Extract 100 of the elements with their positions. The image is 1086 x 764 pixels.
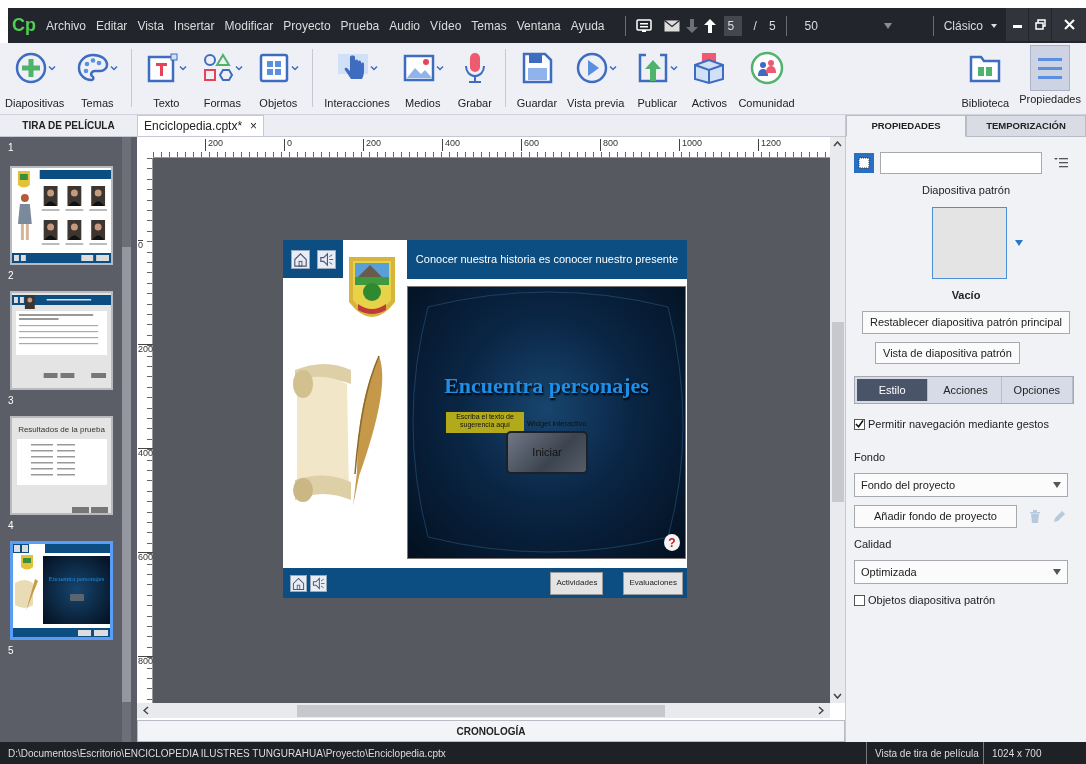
file-path: D:\Documentos\Escritorio\ENCICLOPEDIA ILUSTRES TUNGURAHUA\Proyecto\Enciclopedia.cptx: [8, 746, 447, 761]
panel-tab[interactable]: Opciones: [1001, 377, 1073, 403]
chevron-right-icon[interactable]: [818, 706, 824, 715]
mail-icon[interactable]: [663, 19, 680, 32]
slide-number: 5: [8, 644, 15, 657]
help-button[interactable]: ?: [664, 534, 680, 551]
menu-item[interactable]: Archivo: [46, 16, 86, 35]
slide-number: 2: [8, 269, 15, 282]
close-button[interactable]: ×: [250, 117, 258, 135]
chevron-left-icon[interactable]: [143, 706, 149, 715]
toolbar-button[interactable]: Biblioteca: [956, 49, 1015, 112]
dropdown[interactable]: Fondo del proyecto: [854, 473, 1068, 497]
master-slide-thumbnail[interactable]: [931, 206, 1007, 279]
toolbar-button[interactable]: Vista previa: [562, 49, 630, 112]
button-drawing: [69, 593, 84, 601]
view-mode: Vista de tira de película: [874, 746, 980, 761]
panel-button[interactable]: Vista de diapositiva patrón: [875, 341, 1020, 364]
dropdown-arrow-icon[interactable]: [1053, 569, 1061, 575]
dropdown-arrow-icon[interactable]: [1053, 482, 1061, 488]
box-icon: [692, 51, 727, 85]
menu-item[interactable]: Prueba: [340, 16, 380, 35]
slide-title: Resultados de la prueba: [18, 424, 105, 436]
text-box-icon: [145, 51, 180, 85]
ruler-label: 1200: [758, 139, 782, 151]
dropdown[interactable]: Optimizada: [854, 560, 1068, 584]
toolbar-button[interactable]: Medios: [394, 49, 451, 112]
checkbox[interactable]: Objetos diapositiva patrón: [854, 592, 1078, 609]
panel-tab[interactable]: Acciones: [930, 377, 1002, 403]
timeline-bar[interactable]: CRONOLOGÍA: [137, 720, 845, 742]
menu-item[interactable]: Temas: [471, 16, 507, 35]
workspace-menu[interactable]: Clásico: [943, 16, 997, 35]
chevron-up-icon[interactable]: [833, 141, 842, 147]
menu-item[interactable]: Ventana: [516, 16, 561, 35]
scrollbar[interactable]: [830, 137, 845, 703]
panel-tab[interactable]: Estilo: [857, 379, 929, 401]
list-menu-icon[interactable]: [1054, 157, 1068, 169]
toolbar-button[interactable]: Temas: [69, 49, 126, 112]
checkbox[interactable]: Permitir navegación mediante gestos: [854, 416, 1078, 433]
window-button[interactable]: [1052, 8, 1086, 41]
monitor-icon[interactable]: [635, 18, 652, 33]
menu-item[interactable]: Vista: [137, 16, 164, 35]
menu-item[interactable]: Proyecto: [283, 16, 331, 35]
panel-button[interactable]: Añadir fondo de proyecto: [854, 505, 1017, 528]
color-swatch[interactable]: [854, 153, 874, 173]
slide-total: 5: [768, 17, 776, 35]
slide-button[interactable]: Actividades: [550, 571, 604, 595]
plus-circle-icon: [13, 51, 48, 85]
slide-thumbnail[interactable]: Resultados de la prueba: [10, 416, 113, 515]
toolbar-button[interactable]: Comunidad: [733, 49, 800, 112]
dropdown-arrow-icon[interactable]: [883, 22, 892, 29]
scrollbar[interactable]: [137, 703, 830, 718]
slide-number: 3: [8, 394, 15, 407]
ruler-label: 0: [138, 240, 143, 250]
toolbar-button[interactable]: Texto: [138, 49, 195, 112]
panel-tab[interactable]: TEMPORIZACIÓN: [966, 115, 1086, 137]
arrow-up-icon[interactable]: [703, 18, 716, 33]
people-icon: [749, 51, 784, 85]
buttons-drawing: [78, 629, 108, 636]
chevron-down-icon[interactable]: [833, 693, 842, 699]
arrow-down-icon[interactable]: [685, 18, 698, 33]
slide-header: Conocer nuestra historia es conocer nuestro presente: [407, 240, 687, 279]
panel-title: TIRA DE PELÍCULA: [0, 115, 137, 137]
scrollbar[interactable]: [122, 137, 131, 742]
section-label: Diapositiva patrón: [921, 183, 1011, 198]
ruler-label: 600: [521, 139, 540, 151]
toolbar-button[interactable]: Objetos: [250, 49, 307, 112]
toolbar-button[interactable]: Grabar: [450, 49, 499, 112]
window-button[interactable]: [1006, 8, 1028, 41]
slide-button[interactable]: Evaluaciones: [623, 571, 683, 595]
buttons-drawing: [72, 507, 108, 513]
toolbar-button[interactable]: Interacciones: [319, 49, 395, 112]
slide-number: 4: [8, 519, 15, 532]
toolbar-button[interactable]: Guardar: [511, 49, 563, 112]
menu-item[interactable]: Vídeo: [430, 16, 462, 35]
toolbar-button[interactable]: Activos: [685, 49, 734, 112]
document-tab[interactable]: Enciclopedia.cptx* ×: [137, 115, 265, 136]
panel-tab[interactable]: PROPIEDADES: [846, 115, 966, 137]
header-band: [45, 544, 110, 553]
toolbar-button[interactable]: Formas: [194, 49, 251, 112]
ruler-label: 200: [205, 139, 224, 151]
slide-number-field[interactable]: 5: [723, 15, 742, 36]
zoom-value[interactable]: 50: [804, 16, 818, 35]
speaker-icon[interactable]: [316, 249, 336, 269]
toolbar-button[interactable]: Publicar: [629, 49, 686, 112]
menu-item[interactable]: Editar: [96, 16, 128, 35]
speaker-icon[interactable]: [310, 574, 327, 592]
panel-button[interactable]: Restablecer diapositiva patrón principal: [862, 311, 1070, 334]
menu-item[interactable]: Ayuda: [570, 16, 605, 35]
close-icon: [1063, 19, 1075, 30]
checkmark-icon: [855, 419, 864, 430]
menu-item[interactable]: Insertar: [173, 16, 215, 35]
menu-item[interactable]: Modificar: [224, 16, 274, 35]
caret-icon[interactable]: [991, 23, 997, 28]
menu-item[interactable]: Audio: [389, 16, 420, 35]
dropdown-arrow-icon[interactable]: [1014, 239, 1023, 246]
name-field[interactable]: [880, 152, 1042, 174]
toolbar-button[interactable]: Diapositivas: [0, 49, 70, 112]
window-button[interactable]: [1029, 8, 1051, 41]
field-label: Fondo: [854, 449, 887, 465]
ruler-label: 0: [284, 139, 292, 151]
